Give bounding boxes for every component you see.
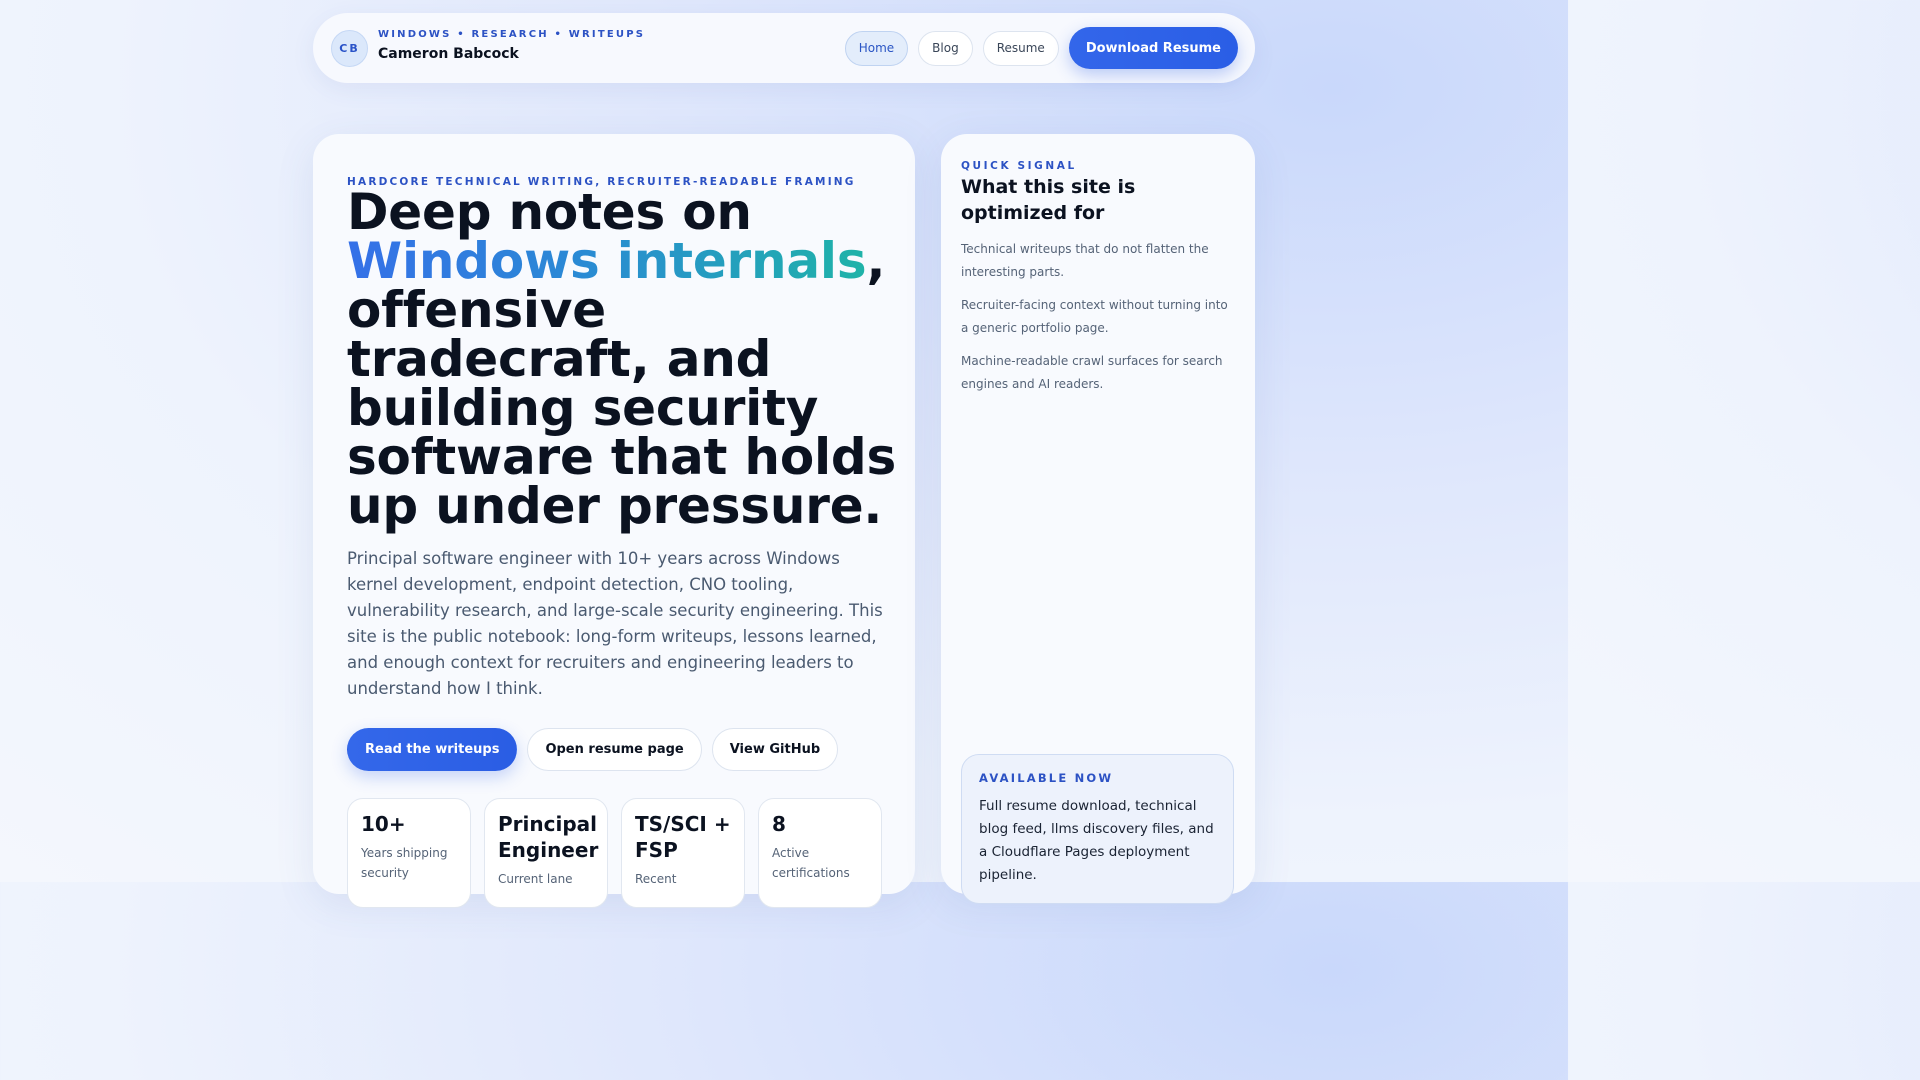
page: CB WINDOWS • RESEARCH • WRITEUPS Cameron… [0,0,1568,908]
stat-label: Active certifications [772,846,850,880]
list-item: Recruiter-facing context without turning… [961,298,1228,335]
open-resume-button[interactable]: Open resume page [527,728,702,771]
site-header: CB WINDOWS • RESEARCH • WRITEUPS Cameron… [313,13,1255,83]
hero-description: Principal software engineer with 10+ yea… [347,549,883,698]
brand-kicker: WINDOWS • RESEARCH • WRITEUPS [378,29,646,40]
view-github-button[interactable]: View GitHub [711,728,839,771]
avatar[interactable]: CB [331,30,368,67]
stat-value: TS/SCI + FSP [635,812,731,862]
stat-value: Principal Engineer [498,812,599,862]
side-list: Technical writeups that do not flatten t… [961,238,1236,406]
stat-card-years: 10+ Years shipping security [347,798,471,908]
stat-card-role: Principal Engineer Current lane [484,798,608,908]
main-nav: Home Blog Resume Download Resume [835,27,1238,69]
stat-label: Recent [635,872,677,886]
available-now-box: AVAILABLE NOW Full resume download, tech… [961,754,1234,904]
brand-name[interactable]: Cameron Babcock [378,46,519,62]
cta-row: Read the writeups Open resume page View … [347,728,848,771]
list-item: Machine-readable crawl surfaces for sear… [961,354,1223,391]
download-resume-button[interactable]: Download Resume [1068,27,1238,69]
stat-value: 8 [772,812,786,836]
available-text: Full resume download, technical blog fee… [979,798,1214,883]
nav-home[interactable]: Home [844,30,909,66]
stat-label: Years shipping security [361,846,448,880]
read-writeups-button[interactable]: Read the writeups [347,728,518,771]
quick-signal-card: QUICK SIGNAL What this site is optimized… [941,134,1255,904]
list-item: Technical writeups that do not flatten t… [961,242,1209,279]
stat-label: Current lane [498,872,573,886]
hero-card: HARDCORE TECHNICAL WRITING, RECRUITER-RE… [313,134,915,908]
stat-card-certifications: 8 Active certifications [758,798,882,908]
side-kicker: QUICK SIGNAL [961,160,1077,172]
nav-resume[interactable]: Resume [982,30,1059,66]
hero-title: Deep notes on Windows internals, offensi… [347,187,907,531]
stat-card-clearance: TS/SCI + FSP Recent [621,798,745,908]
nav-blog[interactable]: Blog [918,30,973,66]
available-kicker: AVAILABLE NOW [979,771,1114,785]
stat-value: 10+ [361,812,406,836]
stats-row: 10+ Years shipping security Principal En… [347,798,895,908]
side-title: What this site is optimized for [961,176,1136,224]
